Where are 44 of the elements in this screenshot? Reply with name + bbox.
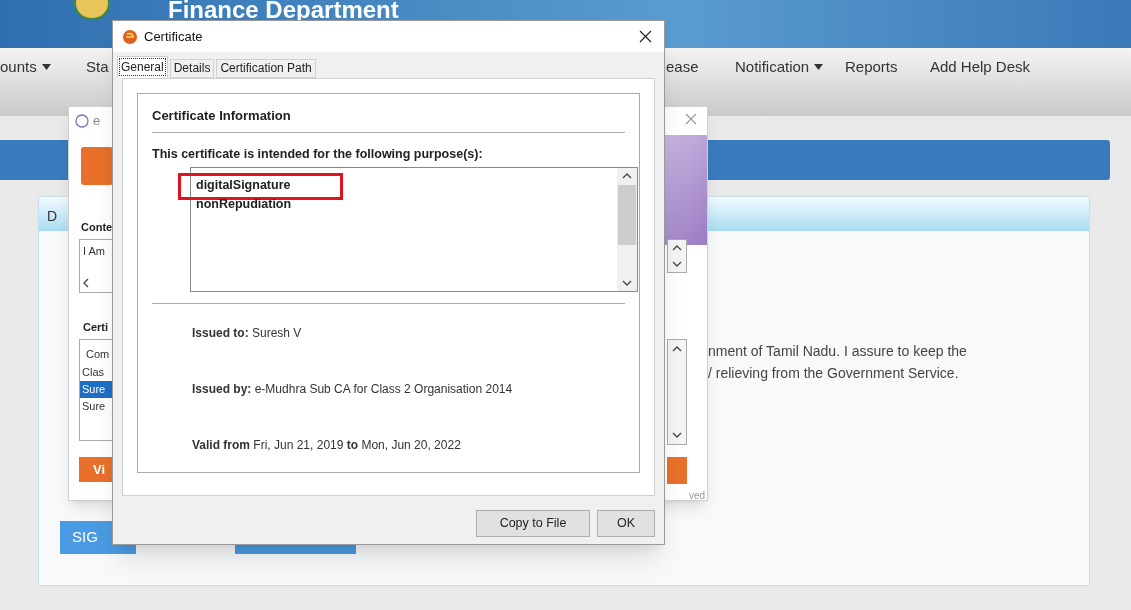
tab[interactable]: Details bbox=[169, 59, 215, 78]
scroll-down-icon[interactable] bbox=[622, 280, 632, 287]
scroll-down-icon[interactable] bbox=[672, 261, 682, 267]
tab[interactable]: General bbox=[117, 56, 168, 78]
caret-icon bbox=[41, 64, 51, 71]
scroll-left-icon[interactable] bbox=[83, 278, 89, 288]
content-text: I Am bbox=[83, 245, 105, 257]
column-header: Com bbox=[85, 347, 111, 362]
nav-item[interactable]: Notification bbox=[735, 56, 824, 79]
scroll-up-icon[interactable] bbox=[672, 346, 682, 352]
logo-icon bbox=[81, 147, 113, 185]
scrollbar-thumb[interactable] bbox=[618, 184, 636, 245]
certificate-field: Issued to: Suresh V bbox=[192, 324, 625, 343]
scrollbar[interactable] bbox=[667, 339, 687, 445]
nav-item[interactable]: ease bbox=[666, 56, 699, 79]
certificate-field: Issued by: e-Mudhra Sub CA for Class 2 Organisation 2014 bbox=[192, 380, 625, 399]
certificate-field: Valid from Fri, Jun 21, 2019 to Mon, Jun 20, 2022 bbox=[192, 436, 625, 455]
tab[interactable]: Certification Path bbox=[216, 59, 316, 78]
dialog-title: Certificate bbox=[144, 27, 203, 46]
declaration-text: / relieving from the Government Service. bbox=[708, 364, 959, 383]
scroll-down-icon[interactable] bbox=[672, 432, 682, 438]
close-icon[interactable] bbox=[639, 30, 652, 43]
purpose-item: digitalSignature bbox=[196, 177, 291, 195]
dialog-button[interactable]: OK bbox=[597, 510, 655, 537]
certificate-logo-icon bbox=[122, 28, 138, 45]
nav-item[interactable]: ounts bbox=[0, 56, 51, 79]
footer-text: ved bbox=[688, 489, 705, 503]
window-title: e bbox=[93, 112, 101, 130]
scroll-up-icon[interactable] bbox=[622, 173, 632, 180]
certificate-label: Certi bbox=[83, 320, 109, 335]
caret-icon bbox=[814, 64, 824, 71]
browser-logo-icon bbox=[75, 113, 89, 128]
purpose-heading: This certificate is intended for the following purpose(s): bbox=[152, 145, 484, 163]
declaration-text: nment of Tamil Nadu. I assure to keep the bbox=[708, 342, 967, 361]
section-title: Certificate Information bbox=[152, 106, 625, 133]
header-title: Finance Department bbox=[168, 0, 399, 22]
nav-item[interactable]: Reports bbox=[845, 56, 898, 79]
nav-item[interactable]: Add Help Desk bbox=[930, 56, 1031, 79]
scrollbar[interactable] bbox=[667, 239, 687, 273]
nav-item[interactable]: Sta bbox=[86, 56, 109, 79]
dialog-button[interactable]: Copy to File bbox=[476, 510, 590, 537]
scroll-up-icon[interactable] bbox=[672, 245, 682, 251]
purpose-item: nonRepudiation bbox=[196, 196, 292, 214]
scrollbar[interactable] bbox=[617, 168, 637, 292]
